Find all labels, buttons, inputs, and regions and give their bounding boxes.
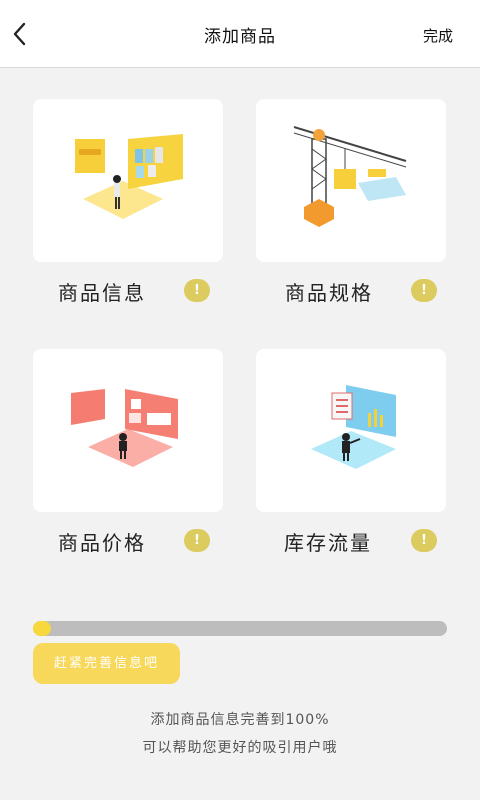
hint-line-2: 可以帮助您更好的吸引用户哦 bbox=[142, 740, 338, 756]
alert-badge-product-price: ! bbox=[184, 529, 210, 552]
card-product-price[interactable] bbox=[33, 349, 223, 512]
card-label-product-price: 商品价格 bbox=[58, 531, 146, 555]
alert-badge-product-spec: ! bbox=[411, 279, 437, 302]
card-label-product-info: 商品信息 bbox=[58, 281, 146, 305]
done-button[interactable]: 完成 bbox=[423, 25, 453, 46]
product-spec-illustration bbox=[293, 126, 407, 227]
stock-flow-illustration bbox=[311, 385, 396, 469]
alert-badge-product-info: ! bbox=[184, 279, 210, 302]
progress-fill bbox=[33, 621, 51, 636]
card-label-product-spec: 商品规格 bbox=[285, 281, 373, 305]
complete-info-button[interactable]: 赶紧完善信息吧 bbox=[33, 643, 180, 684]
completion-progress-bar bbox=[33, 621, 447, 636]
alert-badge-stock-flow: ! bbox=[411, 529, 437, 552]
product-info-illustration bbox=[75, 134, 183, 219]
card-product-spec[interactable] bbox=[256, 99, 446, 262]
card-label-stock-flow: 库存流量 bbox=[284, 531, 372, 555]
card-stock-flow[interactable] bbox=[256, 349, 446, 512]
app-header: 添加商品 完成 bbox=[0, 0, 480, 68]
hint-line-1: 添加商品信息完善到100% bbox=[150, 712, 330, 728]
page-title: 添加商品 bbox=[204, 27, 276, 47]
card-product-info[interactable] bbox=[33, 99, 223, 262]
product-price-illustration bbox=[71, 389, 178, 467]
